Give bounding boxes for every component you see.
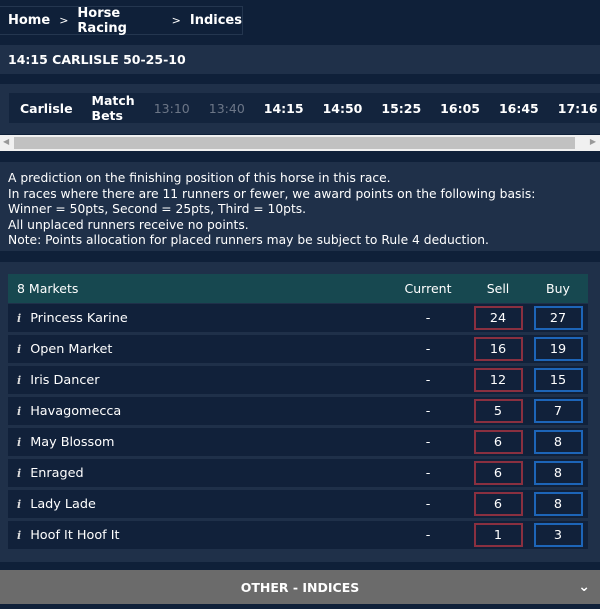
- runner-name-cell: i Enraged: [8, 466, 388, 481]
- runner-name: Princess Karine: [30, 310, 128, 326]
- runner-name: Havagomecca: [30, 403, 122, 419]
- current-value: -: [425, 527, 431, 543]
- buy-button[interactable]: 7: [533, 399, 583, 423]
- breadcrumb: Home > Horse Racing > Indices: [0, 6, 243, 36]
- race-nav-item[interactable]: 17:16: [558, 101, 598, 116]
- race-nav-item[interactable]: 16:05: [440, 101, 480, 116]
- info-icon[interactable]: i: [17, 343, 21, 356]
- table-row: i May Blossom - 6 8: [8, 428, 588, 456]
- breadcrumb-home[interactable]: Home: [8, 13, 50, 28]
- race-nav-item[interactable]: 14:15: [264, 101, 304, 116]
- scroll-right-icon[interactable]: ▶: [590, 137, 596, 146]
- sell-button[interactable]: 6: [473, 461, 523, 485]
- buy-button[interactable]: 15: [533, 368, 583, 392]
- description-line: All unplaced runners receive no points.: [8, 217, 249, 232]
- current-value: -: [425, 372, 431, 388]
- current-value: -: [425, 341, 431, 357]
- info-icon[interactable]: i: [17, 436, 21, 449]
- sell-button[interactable]: 5: [473, 399, 523, 423]
- market-description: A prediction on the finishing position o…: [0, 162, 600, 251]
- header-markets: 8 Markets: [17, 281, 79, 296]
- runner-name-cell: i Lady Lade: [8, 497, 388, 512]
- info-icon[interactable]: i: [17, 467, 21, 480]
- table-header: 8 Markets Current Sell Buy: [8, 274, 588, 303]
- runner-name-cell: i Iris Dancer: [8, 373, 388, 388]
- table-row: i Havagomecca - 5 7: [8, 397, 588, 425]
- sell-button[interactable]: 12: [473, 368, 523, 392]
- info-icon[interactable]: i: [17, 405, 21, 418]
- buy-button[interactable]: 8: [533, 430, 583, 454]
- buy-button[interactable]: 19: [533, 337, 583, 361]
- table-row: i Princess Karine - 24 27: [8, 304, 588, 332]
- description-line: In races where there are 11 runners or f…: [8, 186, 536, 201]
- current-value: -: [425, 434, 431, 450]
- runner-name: Open Market: [30, 341, 113, 357]
- chevron-down-icon[interactable]: ⌄: [578, 579, 590, 595]
- sell-button[interactable]: 6: [473, 492, 523, 516]
- description-line: A prediction on the finishing position o…: [8, 171, 391, 185]
- scroll-left-icon[interactable]: ◀: [3, 137, 9, 146]
- runner-name: Enraged: [30, 465, 84, 481]
- race-nav: Carlisle Match Bets 13:10 13:40 14:15 14:50 15…: [9, 93, 600, 123]
- table-row: i Lady Lade - 6 8: [8, 490, 588, 518]
- race-nav-item: 13:10: [153, 100, 190, 116]
- race-nav-item[interactable]: 14:50: [323, 101, 363, 116]
- current-value: -: [425, 310, 431, 326]
- runner-name-cell: i Open Market: [8, 342, 388, 357]
- other-indices-label: OTHER - INDICES: [240, 579, 360, 595]
- runner-name-cell: i Havagomecca: [8, 404, 388, 419]
- header-sell: Sell: [486, 281, 510, 296]
- table-row: i Open Market - 16 19: [8, 335, 588, 363]
- scrollbar-thumb[interactable]: [14, 137, 575, 149]
- buy-button[interactable]: 27: [533, 306, 583, 330]
- runner-name: May Blossom: [30, 434, 115, 450]
- runner-name-cell: i Hoof It Hoof It: [8, 528, 388, 543]
- runner-name: Lady Lade: [30, 496, 96, 512]
- description-line: Winner = 50pts, Second = 25pts, Third = …: [8, 202, 307, 216]
- buy-button[interactable]: 8: [533, 461, 583, 485]
- markets-table: 8 Markets Current Sell Buy i Princess Kar…: [0, 262, 600, 562]
- sell-button[interactable]: 16: [473, 337, 523, 361]
- race-nav-item[interactable]: Match Bets: [92, 93, 135, 123]
- sell-button[interactable]: 1: [473, 523, 523, 547]
- runner-name: Hoof It Hoof It: [30, 527, 120, 543]
- other-indices-toggle[interactable]: OTHER - INDICES ⌄: [0, 570, 600, 604]
- breadcrumb-separator: >: [59, 14, 69, 27]
- table-row: i Hoof It Hoof It - 1 3: [8, 521, 588, 549]
- header-current: Current: [404, 281, 452, 296]
- breadcrumb-indices[interactable]: Indices: [190, 13, 242, 28]
- breadcrumb-horse-racing[interactable]: Horse Racing: [77, 6, 162, 36]
- current-value: -: [425, 465, 431, 481]
- info-icon[interactable]: i: [17, 312, 21, 325]
- runner-name-cell: i Princess Karine: [8, 311, 388, 326]
- buy-button[interactable]: 8: [533, 492, 583, 516]
- description-line: Note: Points allocation for placed runne…: [8, 233, 489, 247]
- info-icon[interactable]: i: [17, 498, 21, 511]
- event-title: 14:15 CARLISLE 50-25-10: [0, 45, 600, 74]
- current-value: -: [425, 403, 431, 419]
- runner-name: Iris Dancer: [30, 372, 100, 388]
- current-value: -: [425, 496, 431, 512]
- info-icon[interactable]: i: [17, 374, 21, 387]
- race-nav-panel: Carlisle Match Bets 13:10 13:40 14:15 14:50 15…: [0, 84, 600, 134]
- horizontal-scrollbar[interactable]: ◀ ▶: [0, 135, 600, 151]
- race-nav-item[interactable]: 16:45: [499, 101, 539, 116]
- race-nav-item[interactable]: 15:25: [381, 101, 421, 116]
- race-nav-item: 13:40: [208, 100, 245, 116]
- table-row: i Iris Dancer - 12 15: [8, 366, 588, 394]
- buy-button[interactable]: 3: [533, 523, 583, 547]
- info-icon[interactable]: i: [17, 529, 21, 542]
- sell-button[interactable]: 6: [473, 430, 523, 454]
- header-buy: Buy: [546, 281, 570, 296]
- race-nav-item[interactable]: Carlisle: [20, 101, 73, 116]
- table-row: i Enraged - 6 8: [8, 459, 588, 487]
- runner-name-cell: i May Blossom: [8, 435, 388, 450]
- breadcrumb-separator: >: [171, 14, 181, 27]
- sell-button[interactable]: 24: [473, 306, 523, 330]
